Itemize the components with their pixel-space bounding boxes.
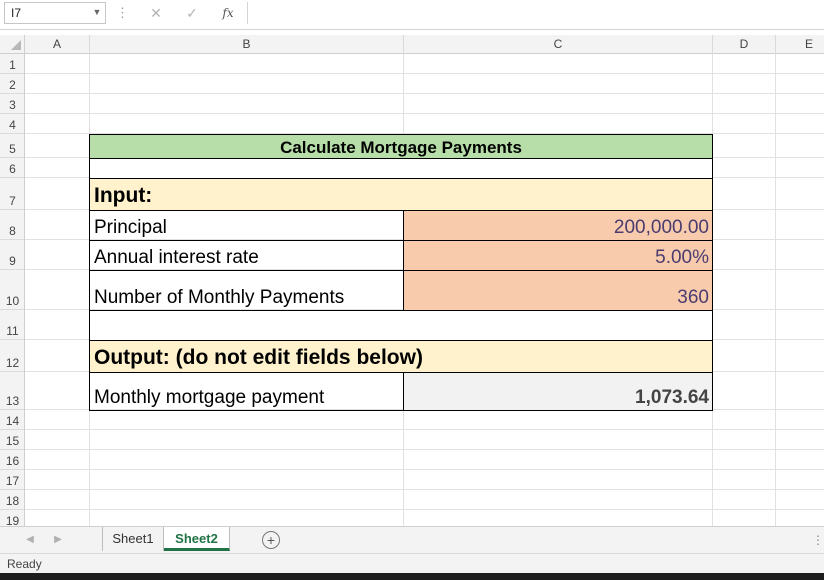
column-header-b[interactable]: B	[90, 35, 404, 54]
column-header-d[interactable]: D	[713, 35, 776, 54]
drag-handle-icon[interactable]: ⋮	[116, 4, 129, 22]
row-header[interactable]: 5	[0, 134, 24, 158]
row-header[interactable]: 6	[0, 158, 24, 178]
formula-buttons: ✕ ✓ fx	[136, 2, 248, 24]
tab-sheet2[interactable]: Sheet2	[164, 527, 230, 551]
row-header[interactable]: 1	[0, 54, 24, 74]
add-sheet-icon[interactable]: +	[262, 531, 280, 549]
row-header[interactable]: 16	[0, 450, 24, 470]
formula-input[interactable]	[250, 2, 824, 24]
monthly-payment-label[interactable]: Monthly mortgage payment	[89, 372, 404, 411]
column-headers: A B C D E	[0, 35, 824, 54]
row-header[interactable]: 9	[0, 240, 24, 270]
chevron-down-icon[interactable]: ▼	[90, 4, 104, 20]
rate-value[interactable]: 5.00%	[403, 240, 713, 271]
scroll-left-icon[interactable]: ◀	[22, 531, 38, 549]
gridline	[25, 93, 824, 94]
select-all-triangle-icon	[11, 40, 21, 50]
gridline	[775, 54, 776, 526]
gridline	[25, 449, 824, 450]
gridline	[25, 73, 824, 74]
payments-label[interactable]: Number of Monthly Payments	[89, 270, 404, 311]
row-header[interactable]: 2	[0, 74, 24, 94]
column-header-e[interactable]: E	[776, 35, 824, 54]
output-section-header[interactable]: Output: (do not edit fields below)	[89, 340, 713, 373]
empty-row[interactable]	[89, 158, 713, 179]
row-header[interactable]: 4	[0, 114, 24, 134]
window-bottom-edge	[0, 573, 824, 580]
gridline	[25, 113, 824, 114]
row-headers: 1 2 3 4 5 6 7 8 9 10 11 12 13 14 15 16 1…	[0, 54, 25, 526]
column-header-c[interactable]: C	[404, 35, 713, 54]
sheet-tab-bar: ◀ ▶ Sheet1 Sheet2 + ⋮	[0, 526, 824, 553]
row-header[interactable]: 11	[0, 310, 24, 340]
row-header[interactable]: 12	[0, 340, 24, 372]
table-title[interactable]: Calculate Mortgage Payments	[89, 134, 713, 159]
scroll-right-icon[interactable]: ▶	[50, 531, 66, 549]
row-header[interactable]: 13	[0, 372, 24, 410]
row-header[interactable]: 14	[0, 410, 24, 430]
row-header[interactable]: 7	[0, 178, 24, 210]
gridline	[25, 489, 824, 490]
input-section-header[interactable]: Input:	[89, 178, 713, 211]
payments-value[interactable]: 360	[403, 270, 713, 311]
row-header[interactable]: 10	[0, 270, 24, 310]
more-options-icon[interactable]: ⋮	[812, 531, 824, 549]
row-header[interactable]: 17	[0, 470, 24, 490]
row-header[interactable]: 3	[0, 94, 24, 114]
insert-function-icon[interactable]: fx	[214, 2, 242, 24]
tab-sheet1[interactable]: Sheet1	[102, 527, 164, 551]
status-text: Ready	[7, 557, 42, 571]
enter-icon[interactable]: ✓	[178, 2, 206, 24]
row-header[interactable]: 18	[0, 490, 24, 510]
gridline	[25, 509, 824, 510]
column-header-a[interactable]: A	[25, 35, 90, 54]
rate-label[interactable]: Annual interest rate	[89, 240, 404, 271]
row-header[interactable]: 8	[0, 210, 24, 240]
empty-row[interactable]	[89, 310, 713, 341]
status-bar: Ready	[0, 553, 824, 573]
cancel-icon[interactable]: ✕	[142, 2, 170, 24]
row-header[interactable]: 19	[0, 510, 24, 526]
principal-value[interactable]: 200,000.00	[403, 210, 713, 241]
gridline	[25, 429, 824, 430]
principal-label[interactable]: Principal	[89, 210, 404, 241]
row-header[interactable]: 15	[0, 430, 24, 450]
monthly-payment-value[interactable]: 1,073.64	[403, 372, 713, 411]
gridline	[25, 469, 824, 470]
